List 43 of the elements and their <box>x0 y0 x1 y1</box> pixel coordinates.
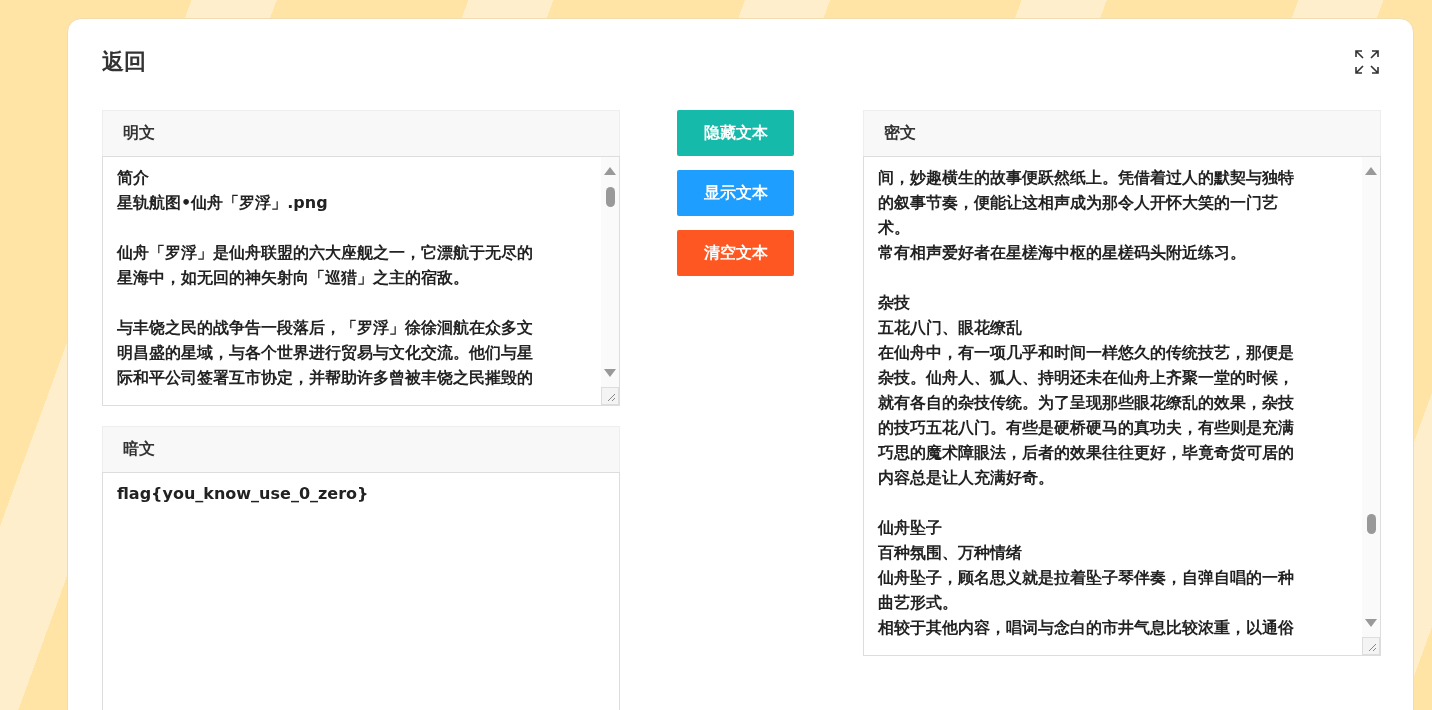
scrollbar-thumb[interactable] <box>606 187 615 207</box>
text-line: 间，妙趣横生的故事便跃然纸上。凭借着过人的默契与独特 <box>878 167 1295 189</box>
text-line: 的技巧五花八门。有些是硬桥硬马的真功夫，有些则是充满 <box>878 417 1295 439</box>
text-line: 简介 <box>117 167 150 189</box>
back-title[interactable]: 返回 <box>102 47 146 77</box>
text-line: 杂技。仙舟人、狐人、持明还未在仙舟上齐聚一堂的时候， <box>878 367 1295 389</box>
text-line: 相较于其他内容，唱词与念白的市井气息比较浓重，以通俗 <box>878 617 1295 639</box>
text-line: 杂技 <box>878 292 911 314</box>
text-line: 星轨航图•仙舟「罗浮」.png <box>117 192 329 214</box>
text-line: 的叙事节奏，便能让这相声成为那令人开怀大笑的一门艺 <box>878 192 1279 214</box>
text-area[interactable]: 简介 星轨航图•仙舟「罗浮」.png 仙舟「罗浮」是仙舟联盟的六大座舰之一，它漂航于无尽的 星海中，如无回的神矢射向「巡猎」之主的宿敌。 与丰饶之民的战争告一段落后，「罗浮」徐徐洄航在众多文 明昌盛的星域，与各个世界进行贸易与文化交流。他们与星 际和平公司签署互市协定，并帮助许多曾被丰饶之民摧毁的 <box>102 156 620 406</box>
text-line: 就有各自的杂技传统。为了呈现那些眼花缭乱的效果，杂技 <box>878 392 1295 414</box>
panel-title: 暗文 <box>123 439 155 460</box>
scroll-up-arrow-icon[interactable] <box>604 167 616 175</box>
text-line: 五花八门、眼花缭乱 <box>878 317 1023 339</box>
panel-title: 密文 <box>884 123 916 144</box>
text-line: 明昌盛的星域，与各个世界进行贸易与文化交流。他们与星 <box>117 342 534 364</box>
text-line: 仙舟坠子，顾名思义就是拉着坠子琴伴奏，自弹自唱的一种 <box>878 567 1295 589</box>
panel-title: 明文 <box>123 123 155 144</box>
resize-handle-icon[interactable] <box>601 387 619 405</box>
text-line: 术。 <box>878 217 911 239</box>
scrollbar[interactable] <box>1362 157 1380 637</box>
text-area[interactable] <box>863 156 1381 656</box>
scroll-down-arrow-icon[interactable] <box>604 369 616 377</box>
text-line: 际和平公司签署互市协定，并帮助许多曾被丰饶之民摧毁的 <box>117 367 534 389</box>
text-line: 常有相声爱好者在星槎海中枢的星槎码头附近练习。 <box>878 242 1247 264</box>
text-line: 百种氛围、万种情绪 <box>878 542 1023 564</box>
scroll-up-arrow-icon[interactable] <box>1365 167 1377 175</box>
fullscreen-icon[interactable] <box>1354 49 1380 75</box>
text-line: 内容总是让人充满好奇。 <box>878 467 1055 489</box>
scrollbar[interactable] <box>601 157 619 387</box>
text-line: 在仙舟中，有一项几乎和时间一样悠久的传统技艺，那便是 <box>878 342 1295 364</box>
text-line: 星海中，如无回的神矢射向「巡猎」之主的宿敌。 <box>117 267 470 289</box>
text-line: 巧思的魔术障眼法，后者的效果往往更好，毕竟奇货可居的 <box>878 442 1295 464</box>
text-line: 仙舟坠子 <box>878 517 943 539</box>
text-line: 仙舟「罗浮」是仙舟联盟的六大座舰之一，它漂航于无尽的 <box>117 242 534 264</box>
scrollbar-thumb[interactable] <box>1367 514 1376 534</box>
text-line: flag{you_know_use_0_zero} <box>117 483 370 505</box>
text-line: 曲艺形式。 <box>878 592 959 614</box>
resize-handle-icon[interactable] <box>1362 637 1380 655</box>
text-area[interactable]: flag{you_know_use_0_zero} <box>102 472 620 710</box>
scroll-down-arrow-icon[interactable] <box>1365 619 1377 627</box>
text-line: 与丰饶之民的战争告一段落后，「罗浮」徐徐洄航在众多文 <box>117 317 534 339</box>
